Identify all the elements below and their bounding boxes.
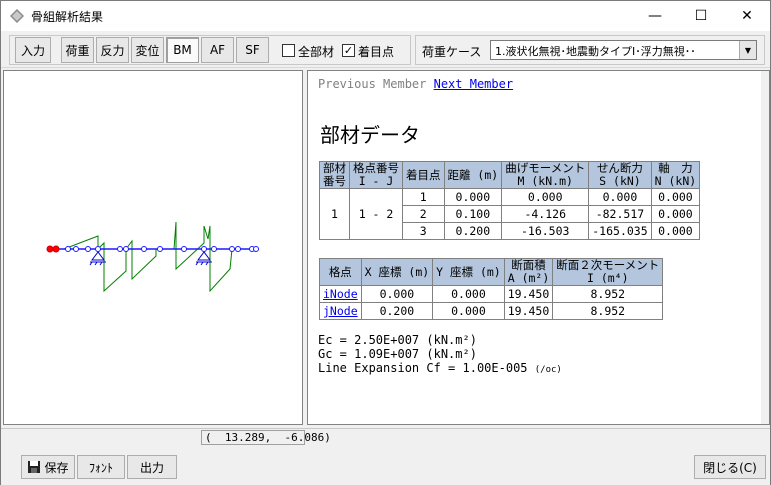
header-shear: せん断力 S (kN) xyxy=(588,161,652,189)
floppy-disk-icon xyxy=(28,461,41,473)
maximize-button[interactable]: ☐ xyxy=(678,1,724,31)
table-cell: -16.503 xyxy=(501,222,590,240)
jnode-cell: jNode xyxy=(319,302,362,320)
table-row: jNode 0.200 0.000 19.450 8.952 xyxy=(319,302,664,320)
member-table: 部材 番号 格点番号 I - J 着目点 距離 (m) 曲げモーメント M (kN.m… xyxy=(319,161,701,240)
all-members-checkbox[interactable] xyxy=(282,44,295,57)
app-icon xyxy=(10,9,24,23)
next-member-link[interactable]: Next Member xyxy=(434,77,513,91)
table-cell: 0.000 xyxy=(588,188,652,206)
font-button[interactable]: ﾌｫﾝﾄ xyxy=(77,455,125,479)
maximize-icon: ☐ xyxy=(694,8,708,24)
table-cell: 0.000 xyxy=(360,285,434,303)
load-case-value: 1.液状化無視･地震動タイプⅠ･浮力無視･･ xyxy=(495,45,696,58)
table-cell: 0.000 xyxy=(432,285,505,303)
header-x-coord: X 座標 (m) xyxy=(360,258,434,286)
header-node-no: 格点番号 I - J xyxy=(349,161,403,189)
member-data-heading: 部材データ xyxy=(320,123,420,147)
member-no-cell: 1 xyxy=(319,188,350,240)
support-icon xyxy=(89,251,212,266)
ec-value: Ec = 2.50E+007 (kN.m²) xyxy=(318,333,477,347)
gc-value: Gc = 1.09E+007 (kN.m²) xyxy=(318,347,477,361)
all-members-label: 全部材 xyxy=(298,45,335,59)
member-nav: Previous Member Next Member xyxy=(318,77,513,91)
member-report-pane: Previous Member Next Member 部材データ 部材 番号 格… xyxy=(307,70,770,425)
focus-point-checkbox[interactable]: ✓ xyxy=(342,44,355,57)
header-moment: 曲げモーメント M (kN.m) xyxy=(501,161,590,189)
load-case-select[interactable]: 1.液状化無視･地震動タイプⅠ･浮力無視･･ ▼ xyxy=(490,40,757,60)
cursor-coordinate: ( 13.289, -6.086) xyxy=(201,430,331,445)
minimize-icon: — xyxy=(648,8,662,24)
close-icon: ✕ xyxy=(741,8,753,24)
table-cell: 8.952 xyxy=(552,302,664,320)
line-expansion-value: Line Expansion Cf = 1.00E-005 xyxy=(318,361,528,375)
header-axial: 軸 力N (kN) xyxy=(650,161,701,189)
table-cell: 3 xyxy=(402,222,445,240)
af-button[interactable]: AF xyxy=(201,37,234,63)
table-row: iNode 0.000 0.000 19.450 8.952 xyxy=(319,285,664,303)
table-cell: 0.200 xyxy=(360,302,434,320)
header-node: 格点 xyxy=(319,258,362,286)
vertical-scrollbar[interactable] xyxy=(761,71,769,424)
chevron-down-icon[interactable]: ▼ xyxy=(739,41,756,59)
node-table-header: 格点 X 座標 (m) Y 座標 (m) 断面積 A (m²) 断面２次モーメント… xyxy=(319,258,664,286)
close-button[interactable]: 閉じる(C) xyxy=(694,455,766,479)
frame-drawing-canvas[interactable] xyxy=(3,70,303,425)
save-button[interactable]: 保存 xyxy=(21,455,75,479)
minimize-button[interactable]: — xyxy=(632,1,678,31)
header-area: 断面積 A (m²) xyxy=(503,258,554,286)
result-window: 骨組解析結果 — ☐ ✕ 入力 荷重 反力 変位 BM AF SF 全部材 ✓ … xyxy=(0,0,771,485)
inode-link[interactable]: iNode xyxy=(323,287,358,301)
table-cell: 0.000 xyxy=(650,222,701,240)
header-focus-point: 着目点 xyxy=(402,161,445,189)
table-row: 1 1 - 2 1 0.000 0.000 0.000 0.000 xyxy=(319,188,701,240)
title-bar: 骨組解析結果 — ☐ ✕ xyxy=(1,1,770,31)
load-case-label: 荷重ケース xyxy=(422,45,482,59)
window-title: 骨組解析結果 xyxy=(31,10,104,24)
table-cell: 8.952 xyxy=(552,285,664,303)
table-cell: 2 xyxy=(402,205,445,223)
moment-diagram xyxy=(50,221,256,293)
table-cell: -82.517 xyxy=(588,205,652,223)
output-button[interactable]: 出力 xyxy=(127,455,177,479)
table-cell: 0.200 xyxy=(443,222,503,240)
table-cell: -165.035 xyxy=(588,222,652,240)
line-expansion-unit: (/oc) xyxy=(534,365,562,375)
header-member-no: 部材 番号 xyxy=(319,161,350,189)
table-cell: 1 xyxy=(402,188,445,206)
displacement-button[interactable]: 変位 xyxy=(131,37,164,63)
bottom-bar: 保存 ﾌｫﾝﾄ 出力 閉じる(C) xyxy=(1,447,770,485)
focused-member-marker xyxy=(46,245,60,253)
sf-button[interactable]: SF xyxy=(236,37,269,63)
reaction-button[interactable]: 反力 xyxy=(96,37,129,63)
table-cell: 0.000 xyxy=(432,302,505,320)
status-bar: ( 13.289, -6.086) xyxy=(1,428,770,446)
table-cell: 0.000 xyxy=(443,188,503,206)
table-cell: 0.000 xyxy=(501,188,590,206)
load-button[interactable]: 荷重 xyxy=(61,37,94,63)
jnode-link[interactable]: jNode xyxy=(323,304,358,318)
table-cell: 19.450 xyxy=(503,285,554,303)
line-expansion-row: Line Expansion Cf = 1.00E-005 (/oc) xyxy=(318,361,562,375)
focus-point-label: 着目点 xyxy=(358,45,395,59)
node-ij-cell: 1 - 2 xyxy=(349,188,403,240)
previous-member-label: Previous Member xyxy=(318,77,427,91)
table-cell: 0.000 xyxy=(650,188,701,206)
toolbar: 入力 荷重 反力 変位 BM AF SF 全部材 ✓ 着目点 荷重ケース 1.液… xyxy=(1,32,770,68)
frame-diagram xyxy=(46,221,259,293)
header-y-coord: Y 座標 (m) xyxy=(432,258,505,286)
header-distance: 距離 (m) xyxy=(443,161,503,189)
table-cell: 0.100 xyxy=(443,205,503,223)
inode-cell: iNode xyxy=(319,285,362,303)
table-cell: 0.000 xyxy=(650,205,701,223)
header-inertia: 断面２次モーメント I (m⁴) xyxy=(552,258,664,286)
save-label: 保存 xyxy=(44,460,69,475)
bm-button[interactable]: BM xyxy=(166,37,199,63)
input-button[interactable]: 入力 xyxy=(15,37,51,63)
member-table-header: 部材 番号 格点番号 I - J 着目点 距離 (m) 曲げモーメント M (kN.m… xyxy=(319,161,701,189)
close-window-button[interactable]: ✕ xyxy=(724,1,770,31)
table-cell: 19.450 xyxy=(503,302,554,320)
node-table: 格点 X 座標 (m) Y 座標 (m) 断面積 A (m²) 断面２次モーメント… xyxy=(319,258,664,320)
table-cell: -4.126 xyxy=(501,205,590,223)
